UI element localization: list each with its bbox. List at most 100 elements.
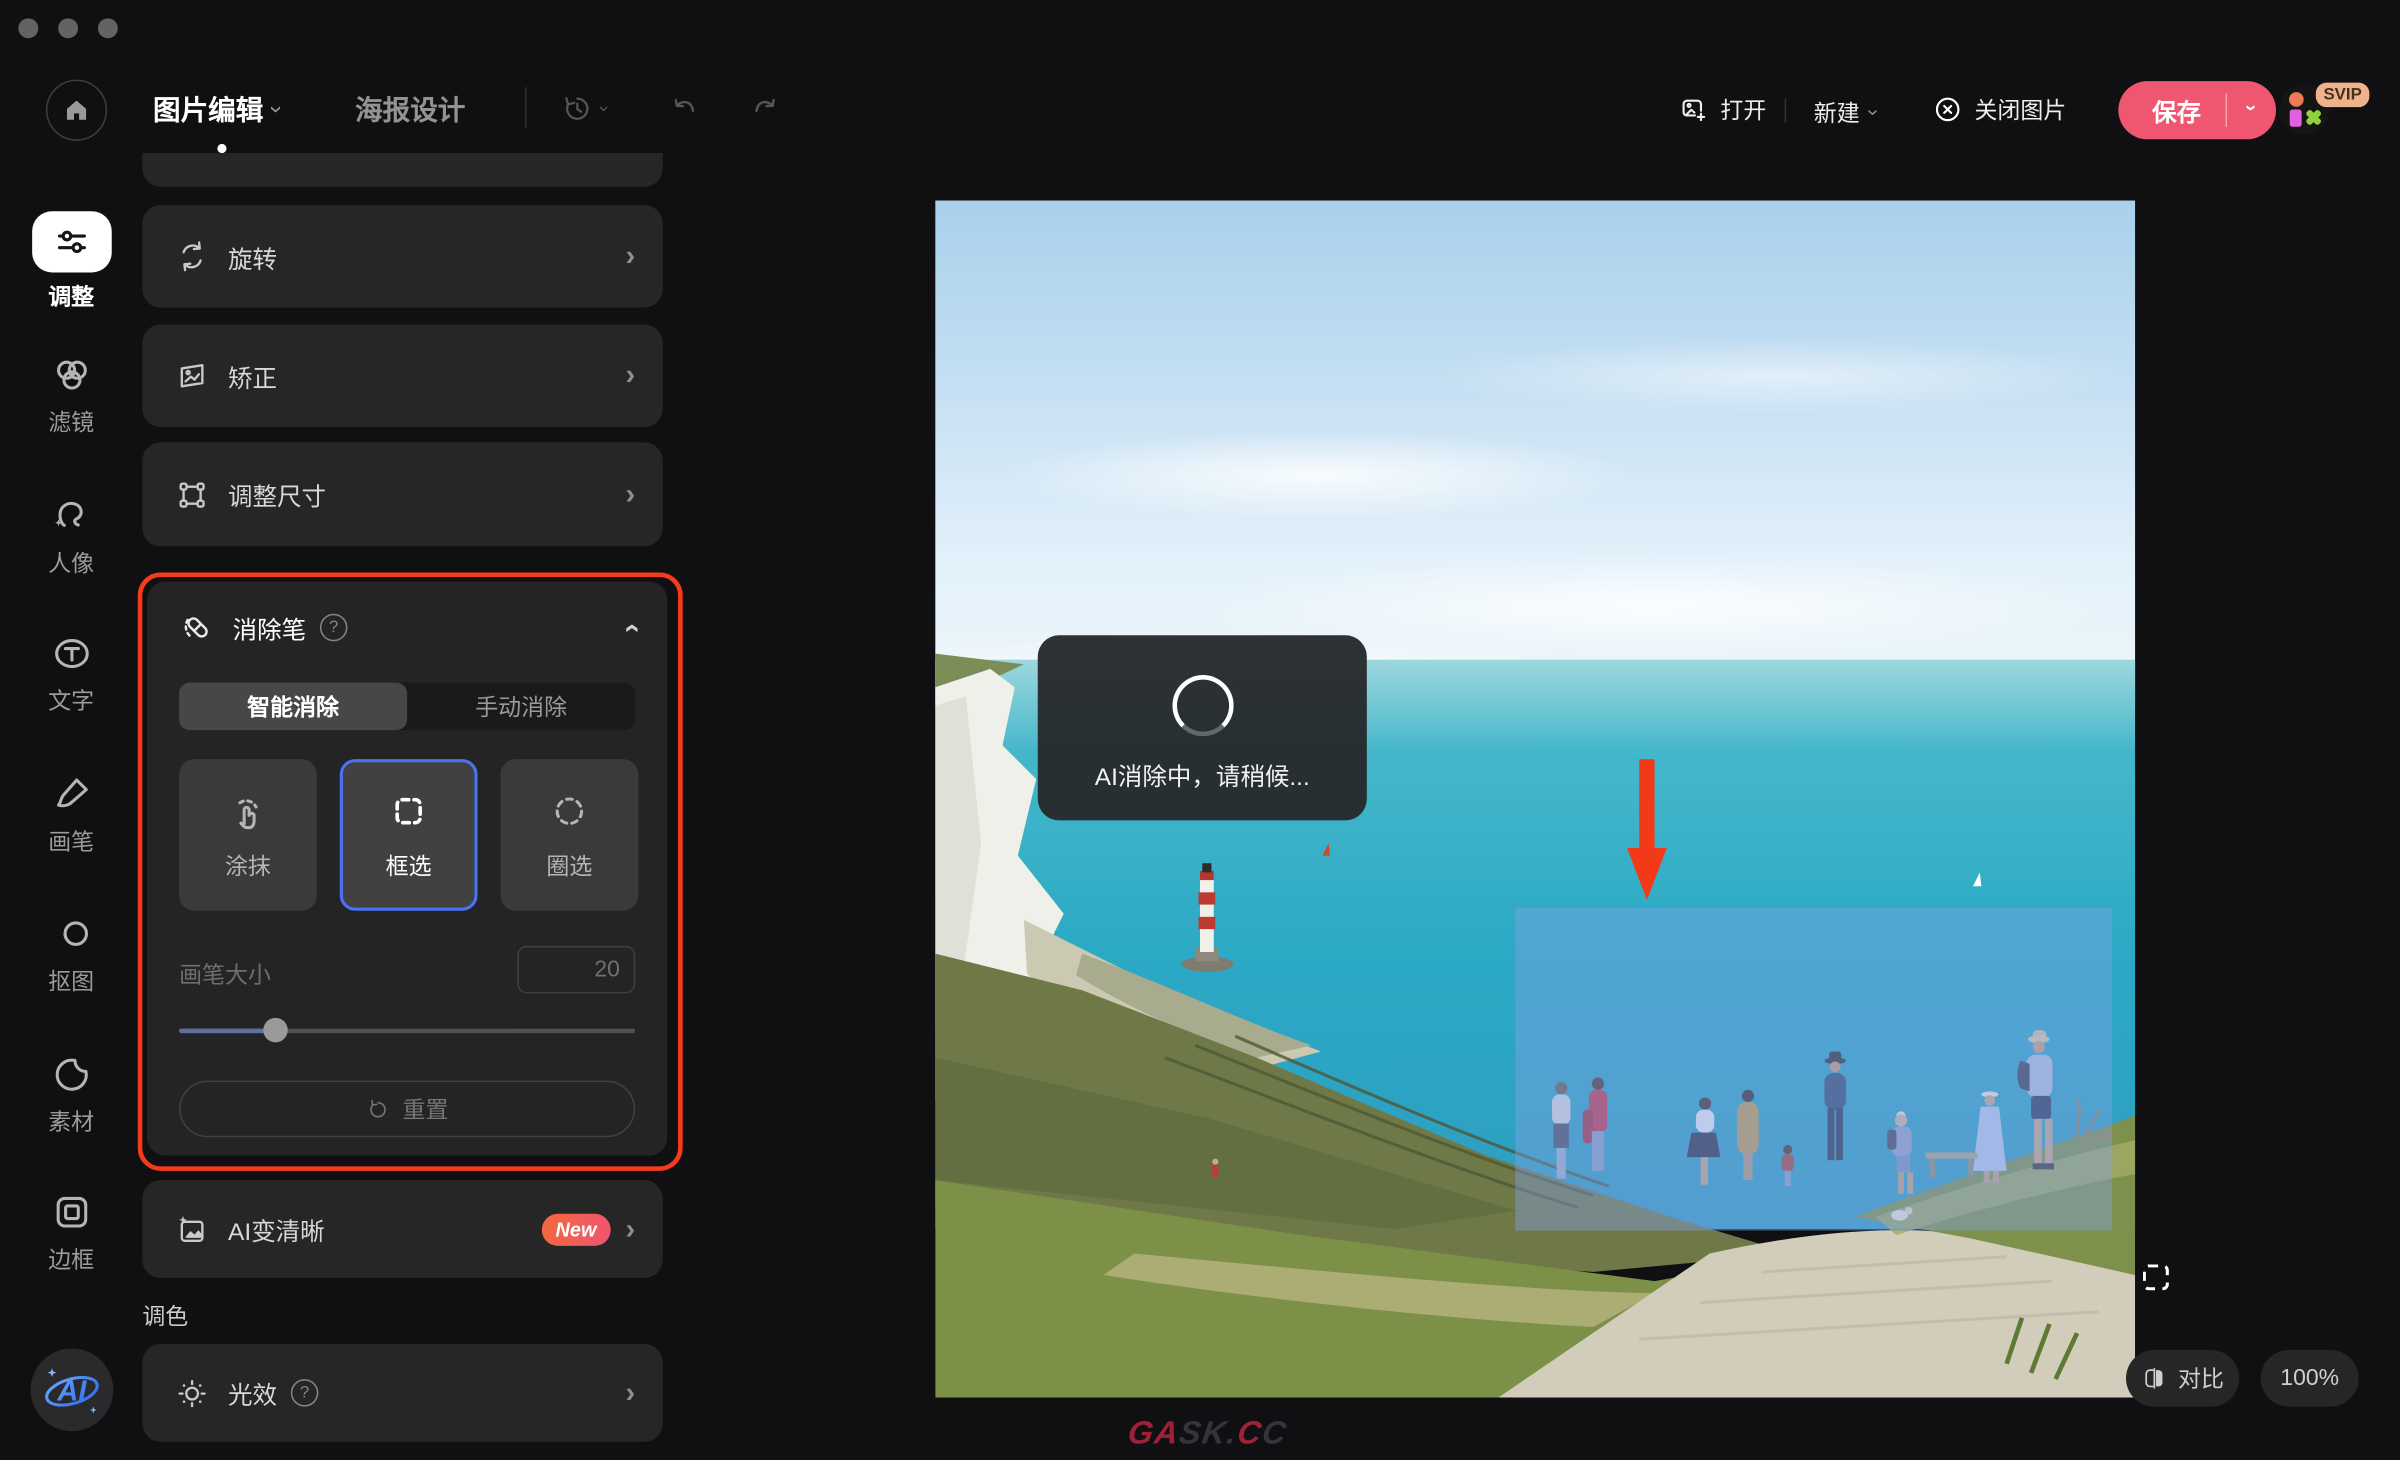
canvas[interactable]: AI消除中，请稍候... [935,201,2135,1398]
sidebar-item-label: 人像 [48,546,94,578]
frame-icon [48,1189,94,1235]
box-select-cursor [2143,1264,2169,1290]
sidebar-item-material[interactable]: 素材 [0,1052,142,1138]
sidebar-item-cutout[interactable]: 抠图 [0,911,142,997]
zoom-level-value: 100% [2280,1365,2339,1391]
brush-size-value: 20 [594,957,620,983]
sidebar-item-label: 画笔 [48,825,94,857]
watermark-part: C [1260,1416,1290,1451]
new-button[interactable]: 新建 › [1814,96,1877,128]
portrait-icon [48,493,94,539]
active-menu-indicator-dot [217,144,226,153]
reset-button[interactable]: 重置 [179,1081,635,1138]
open-button[interactable]: 打开 [1678,93,1767,125]
tab-smart-erase[interactable]: 智能消除 [179,683,407,730]
maximize-window-button[interactable] [98,18,118,38]
new-label: 新建 [1814,96,1860,128]
open-image-icon [1678,93,1710,125]
slider-fill [179,1029,274,1034]
sidebar-item-text[interactable]: 文字 [0,631,142,717]
ai-logo-icon: AI [31,1348,114,1431]
redo-icon [747,92,782,127]
brush-size-input[interactable]: 20 [517,946,635,993]
sidebar-item-label: 边框 [48,1243,94,1275]
home-button[interactable] [46,80,107,141]
close-image-button[interactable]: 关闭图片 [1932,93,2067,125]
redo-button[interactable] [747,92,782,127]
sidebar-item-filter[interactable]: 滤镜 [0,352,142,438]
photo-editor-window: 图片编辑 › 海报设计 › 打开 新建 › 关闭图片 保存 › [0,0,2400,1460]
chevron-right-icon: › [626,1378,636,1407]
chevron-down-icon: › [2240,85,2263,135]
brush-icon [48,771,94,817]
brush-size-slider[interactable] [179,1018,635,1042]
panel-card-straighten[interactable]: 矫正 › [142,324,662,427]
panel-card-rotate[interactable]: 旋转 › [142,205,662,308]
mode-smear-button[interactable]: 涂抹 [179,759,317,911]
sliders-icon [51,222,91,262]
mode-box-select-button[interactable]: 框选 [340,759,478,911]
eraser-highlight-outline: 消除笔 ? › 智能消除 手动消除 涂抹 框选 圈选 画笔大小 [138,572,683,1170]
menu-photo-edit[interactable]: 图片编辑 › [153,89,280,129]
ai-erase-selection-region[interactable] [1515,908,2112,1231]
sidebar-item-label: 抠图 [48,964,94,996]
chevron-right-icon: › [626,480,636,509]
history-button[interactable]: › [560,92,607,126]
mode-smear-label: 涂抹 [225,849,271,881]
compare-button[interactable]: 对比 [2126,1350,2239,1407]
minimize-window-button[interactable] [58,18,78,38]
menu-poster-design[interactable]: 海报设计 [355,89,465,129]
chevron-right-icon: › [626,361,636,390]
panel-card-partial[interactable] [142,153,662,187]
compare-label: 对比 [2178,1362,2224,1394]
ai-assistant-button[interactable]: AI [31,1348,114,1431]
chevron-up-icon[interactable]: › [616,623,645,633]
resize-icon [174,477,209,512]
panel-card-resize[interactable]: 调整尺寸 › [142,442,662,546]
image-sparkle-icon [174,1211,209,1246]
tab-manual-erase[interactable]: 手动消除 [407,683,635,730]
reset-icon [366,1097,390,1121]
slider-thumb[interactable] [263,1018,287,1042]
sun-icon [174,1375,209,1410]
svip-badge: SVIP [2316,83,2370,107]
close-window-button[interactable] [18,18,38,38]
eraser-header[interactable]: 消除笔 ? › [179,609,635,646]
lasso-icon [546,788,592,834]
watermark: GASK.CC [1125,1416,1289,1453]
sidebar-item-label: 素材 [48,1105,94,1137]
box-select-icon [386,788,432,834]
eraser-section: 消除笔 ? › 智能消除 手动消除 涂抹 框选 圈选 画笔大小 [147,582,667,1156]
rotate-icon [174,239,209,274]
watermark-part: SK [1177,1416,1230,1451]
chevron-right-icon: › [626,1215,636,1244]
mode-box-select-label: 框选 [386,849,432,881]
help-icon[interactable]: ? [320,614,348,642]
help-icon[interactable]: ? [291,1379,319,1407]
mode-lasso-button[interactable]: 圈选 [501,759,639,911]
undo-icon [667,92,702,127]
sidebar-item-brush[interactable]: 画笔 [0,771,142,857]
undo-button[interactable] [667,92,702,127]
rotate-label: 旋转 [228,238,277,275]
new-badge: New [542,1213,610,1245]
adjust-active-pill [31,211,111,272]
zoom-level-button[interactable]: 100% [2261,1350,2359,1407]
watermark-part: GA [1126,1416,1182,1451]
save-label: 保存 [2118,92,2225,129]
text-icon [48,631,94,677]
save-button[interactable]: 保存 › [2118,81,2276,139]
menu-photo-edit-label: 图片编辑 [153,89,263,129]
panel-card-ai-clarity[interactable]: AI变清晰 New › [142,1180,662,1278]
reset-label: 重置 [403,1093,449,1125]
panel-card-light-effect[interactable]: 光效 ? › [142,1344,662,1442]
straighten-icon [174,358,209,393]
selection-tint-overlay [1515,908,2112,1231]
sidebar-item-adjust[interactable]: 调整 [0,211,142,312]
sidebar-item-portrait[interactable]: 人像 [0,493,142,579]
filter-circles-icon [48,352,94,398]
close-circle-icon [1932,93,1964,125]
sticker-icon [48,1052,94,1098]
sidebar-item-border[interactable]: 边框 [0,1189,142,1275]
eraser-pen-icon [179,609,216,646]
